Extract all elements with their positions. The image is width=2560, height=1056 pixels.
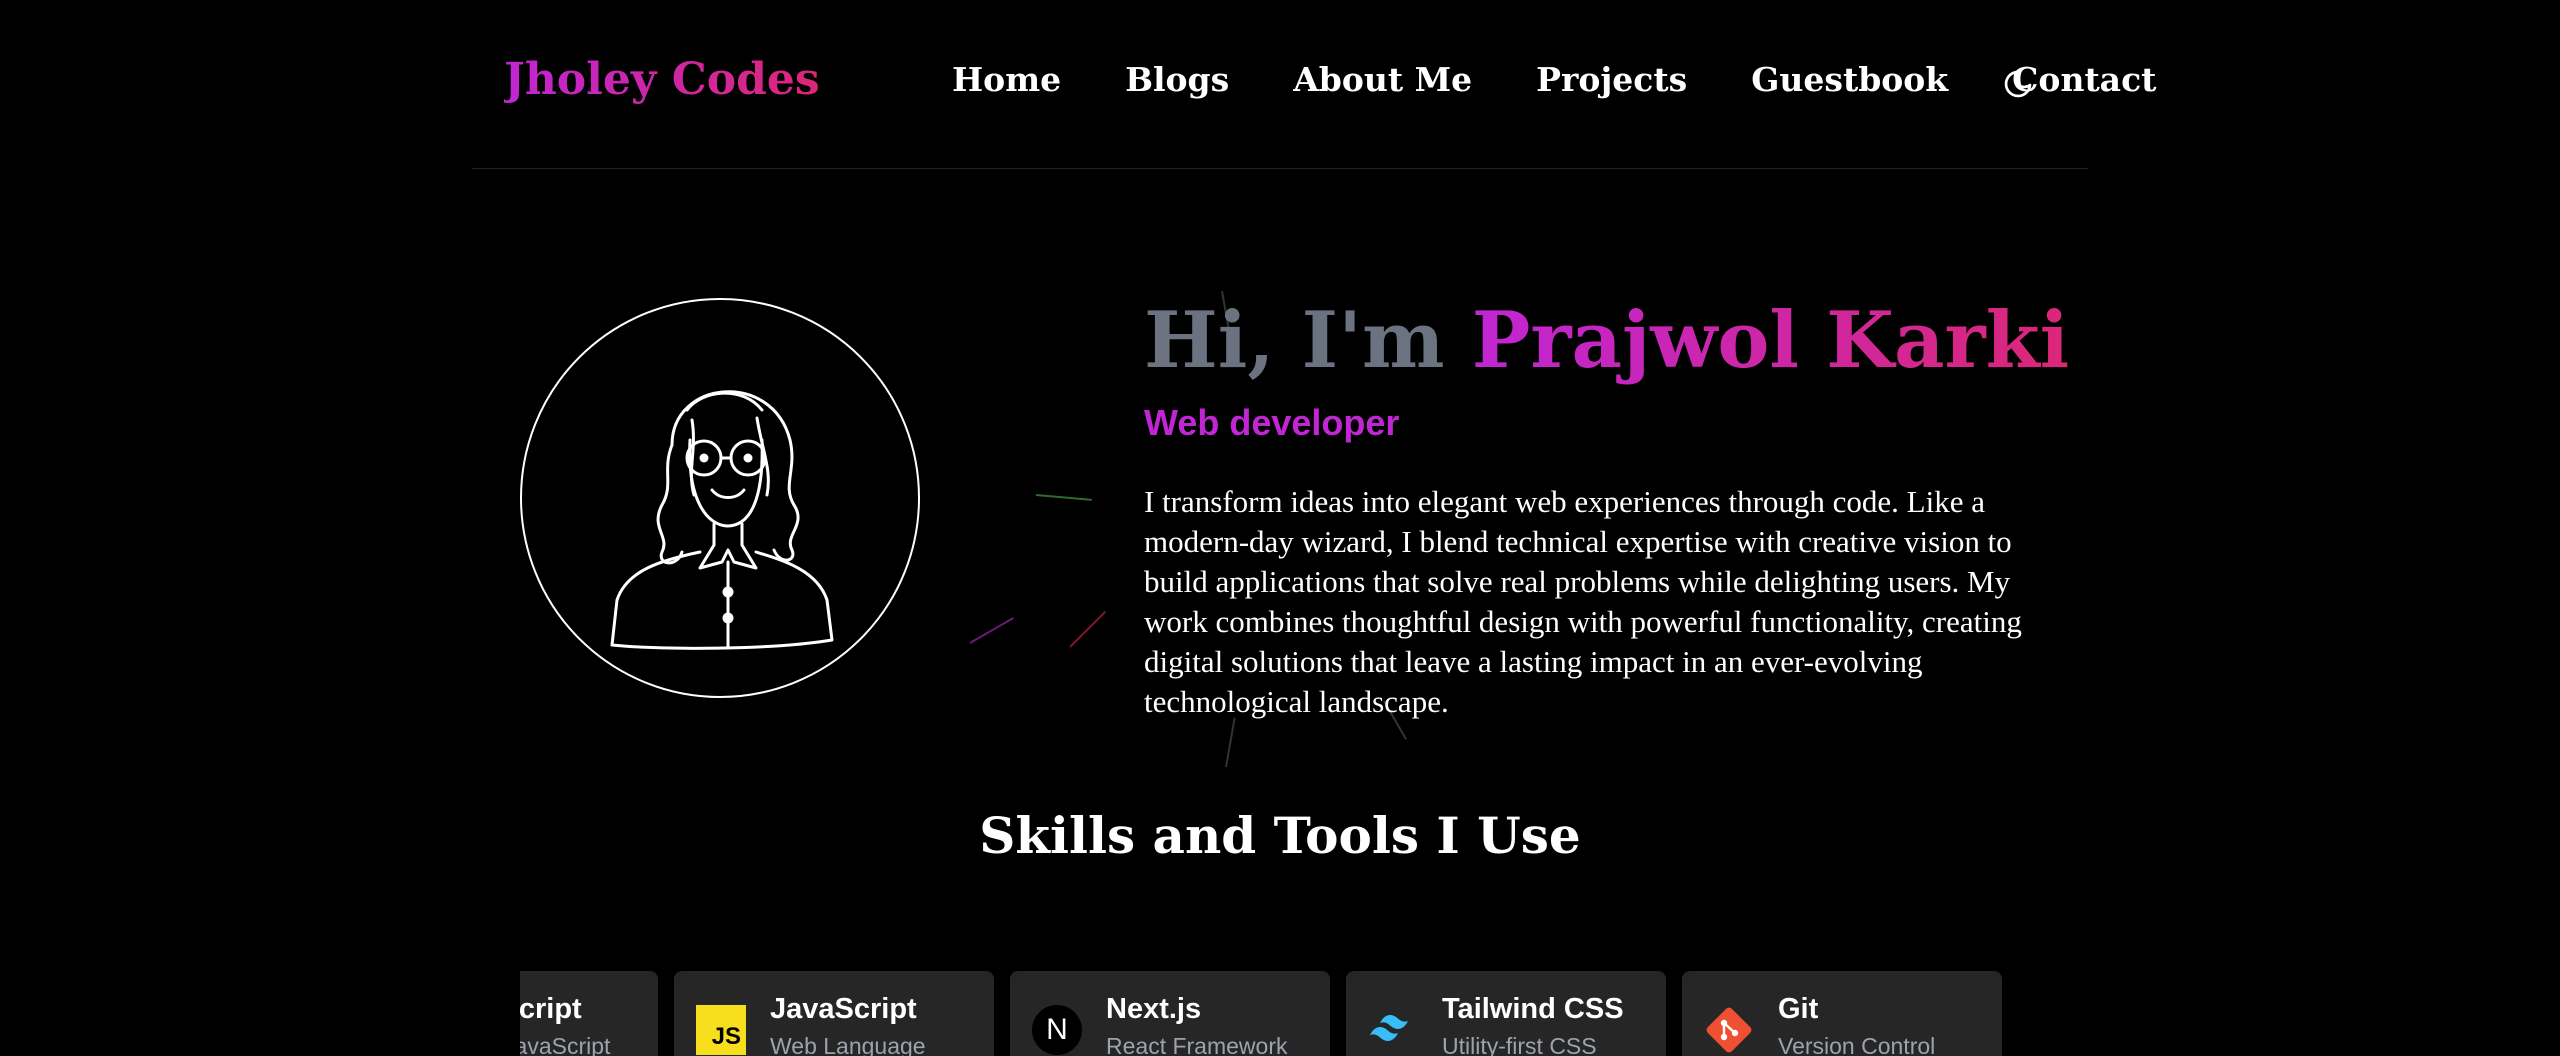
logo[interactable]: Jholey Codes: [504, 54, 820, 105]
hero-greeting: Hi, I'm: [1144, 295, 1472, 386]
page: Jholey Codes Home Blogs About Me Project…: [0, 0, 2560, 1056]
skill-description: Utility-first CSS: [1442, 1033, 1597, 1056]
hero-name: Prajwol Karki: [1471, 295, 2070, 386]
site-header: Jholey Codes Home Blogs About Me Project…: [472, 0, 2156, 169]
nav-about-me[interactable]: About Me: [1293, 60, 1472, 99]
avatar-illustration: [610, 390, 834, 650]
skill-card-tailwind[interactable]: Tailwind CSS Utility-first CSS: [1346, 971, 1666, 1056]
nav-home[interactable]: Home: [952, 60, 1061, 99]
skill-card-nextjs[interactable]: N Next.js React Framework: [1010, 971, 1330, 1056]
skill-card-javascript[interactable]: JS JavaScript Web Language: [674, 971, 994, 1056]
hero-role: Web developer: [1144, 402, 1400, 443]
moon-icon[interactable]: [2002, 68, 2034, 100]
skill-card-typescript[interactable]: TS TypeScript Typed JavaScript: [520, 971, 658, 1056]
skill-card-git[interactable]: Git Version Control: [1682, 971, 2002, 1056]
javascript-icon: JS: [696, 1005, 746, 1055]
nav-blogs[interactable]: Blogs: [1125, 60, 1229, 99]
skill-description: React Framework: [1106, 1033, 1288, 1056]
skill-name: Tailwind CSS: [1442, 993, 1624, 1025]
nextjs-icon: N: [1032, 1005, 1082, 1055]
hero-heading: Hi, I'm Prajwol Karki: [1144, 295, 2069, 386]
decorative-streak: [1069, 610, 1107, 648]
skill-name: Next.js: [1106, 993, 1202, 1025]
skill-description: Version Control: [1778, 1033, 1936, 1056]
skills-carousel: TS TypeScript Typed JavaScript JS JavaSc…: [520, 971, 2036, 1056]
decorative-streak: [969, 617, 1014, 644]
skills-track: TS TypeScript Typed JavaScript JS JavaSc…: [520, 971, 2018, 1056]
decorative-streak: [1225, 717, 1236, 768]
skill-description: Web Language: [770, 1033, 926, 1056]
avatar: [520, 298, 920, 698]
git-icon: [1704, 1005, 1754, 1055]
skill-description: Typed JavaScript: [520, 1033, 611, 1056]
skill-name: TypeScript: [520, 993, 582, 1025]
hero-description: I transform ideas into elegant web exper…: [1144, 484, 2022, 719]
tailwind-icon: [1368, 1005, 1418, 1055]
skill-name: JavaScript: [770, 993, 917, 1025]
skills-title: Skills and Tools I Use: [979, 806, 1581, 865]
skill-name: Git: [1778, 993, 1819, 1025]
decorative-streak: [1035, 494, 1092, 501]
nav-guestbook[interactable]: Guestbook: [1751, 60, 1948, 99]
nav-projects[interactable]: Projects: [1536, 60, 1687, 99]
